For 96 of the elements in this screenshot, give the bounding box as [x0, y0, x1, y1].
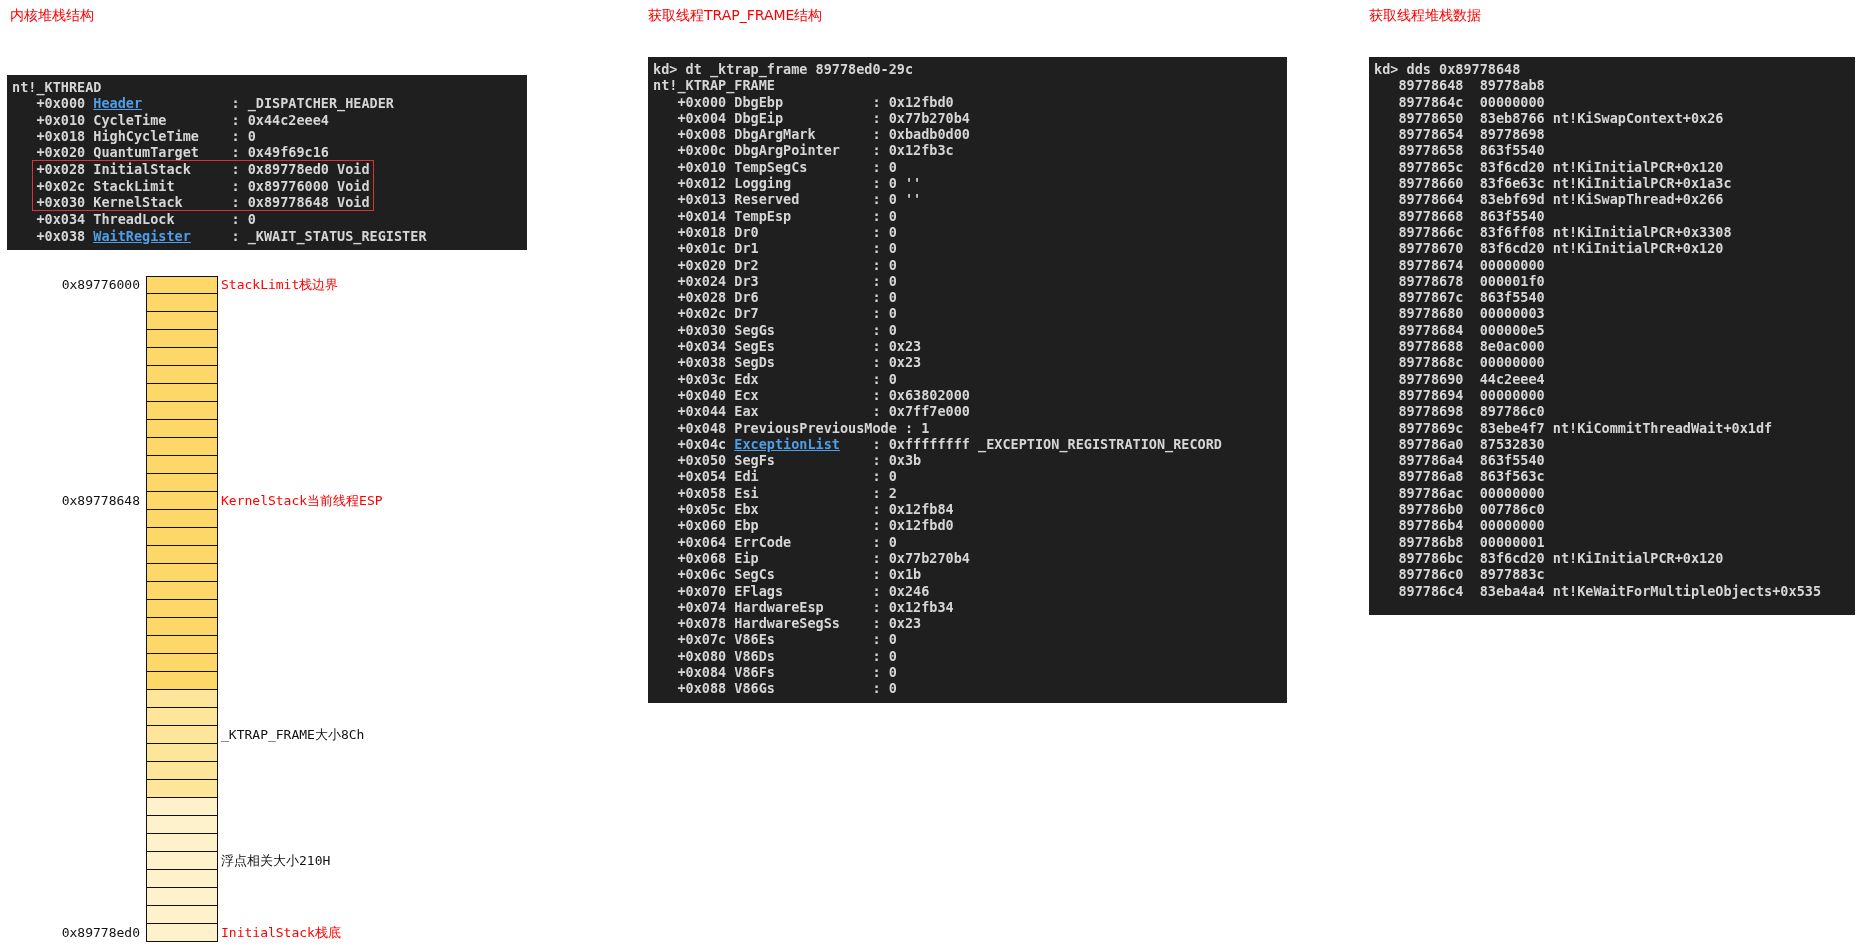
memory-line: 89778650 83eb8766 nt!KiSwapContext+0x26: [1397, 109, 1725, 127]
memory-line: 897786c4 83eba4a4 nt!KeWaitForMultipleObjects+0x535: [1397, 582, 1822, 599]
field-line: +0x058 Esi : 2: [676, 484, 898, 501]
memory-line: 8977865c 83f6cd20 nt!KiInitialPCR+0x120: [1397, 158, 1725, 176]
field-line: +0x034 ThreadLock : 0: [35, 211, 257, 228]
stack-note: _KTRAP_FRAME大小8Ch: [220, 725, 366, 744]
field-line: +0x050 SegFs : 0x3b: [676, 452, 923, 469]
field-line: +0x038 WaitRegister : _KWAIT_STATUS_REGISTER: [35, 227, 428, 244]
memory-line: 8977868c 00000000: [1397, 354, 1546, 371]
address-label: 0x89778648: [61, 493, 141, 509]
terminal-line: nt!_KTRAP_FRAME: [653, 77, 775, 94]
field-line: +0x000 Header : _DISPATCHER_HEADER: [36, 95, 395, 112]
terminal-line: kd> dt _ktrap_frame 89778ed0-29c: [653, 61, 915, 78]
memory-line: 897786a4 863f5540: [1397, 452, 1546, 469]
field-line: +0x070 EFlags : 0x246: [676, 582, 931, 599]
memory-line: 89778680 00000003: [1397, 305, 1546, 322]
field-line: +0x05c Ebx : 0x12fb84: [676, 501, 955, 518]
memory-line: 89778688 8e0ac000: [1397, 338, 1546, 355]
terminal-line: nt!_KTHREAD: [12, 79, 103, 96]
field-line: +0x068 Eip : 0x77b270b4: [676, 549, 971, 567]
field-line: +0x014 TempEsp : 0: [676, 207, 898, 224]
stack-note: StackLimit栈边界: [220, 275, 340, 294]
field-line: +0x02c Dr7 : 0: [676, 305, 898, 322]
field-line: +0x02c StackLimit : 0x89776000 Void: [36, 177, 370, 195]
memory-line: 897786bc 83f6cd20 nt!KiInitialPCR+0x120: [1397, 549, 1725, 567]
field-line: +0x018 Dr0 : 0: [676, 223, 898, 241]
field-line: +0x010 CycleTime : 0x44c2eee4: [35, 111, 329, 128]
field-line: +0x04c ExceptionList : 0xffffffff _EXCEPTION_REGISTRATION_RECORD: [676, 435, 1223, 453]
field-line: +0x028 InitialStack : 0x89778ed0 Void: [36, 161, 370, 178]
memory-line: 89778684 000000e5: [1397, 321, 1546, 339]
field-line: +0x024 Dr3 : 0: [676, 272, 898, 290]
memory-line: 897786b8 00000001: [1397, 533, 1546, 550]
field-line: +0x074 HardwareEsp : 0x12fb34: [676, 598, 955, 616]
field-line: +0x010 TempSegCs : 0: [676, 158, 898, 176]
field-line: +0x078 HardwareSegSs : 0x23: [676, 615, 923, 632]
section-title: 获取线程TRAP_FRAME结构: [648, 6, 823, 25]
field-line: +0x03c Edx : 0: [676, 370, 898, 387]
section-title: 获取线程堆栈数据: [1369, 6, 1481, 25]
field-line: +0x008 DbgArgMark : 0xbadb0d00: [676, 126, 971, 143]
memory-line: 89778694 00000000: [1397, 386, 1546, 404]
field-line: +0x020 Dr2 : 0: [676, 256, 898, 273]
section-title: 内核堆栈结构: [10, 6, 94, 25]
memory-line: 897786a0 87532830: [1397, 435, 1546, 453]
field-line: +0x034 SegEs : 0x23: [676, 338, 923, 355]
memory-line: 89778654 89778698: [1397, 126, 1546, 143]
field-line: +0x048 PreviousPreviousMode : 1: [676, 419, 931, 436]
memory-line: 89778664 83ebf69d nt!KiSwapThread+0x266: [1397, 191, 1725, 208]
field-line: +0x018 HighCycleTime : 0: [35, 127, 257, 145]
field-line: +0x084 V86Fs : 0: [676, 664, 898, 681]
memory-line: 8977867c 863f5540: [1397, 289, 1546, 306]
field-line: +0x030 SegGs : 0: [676, 321, 898, 339]
field-line: +0x012 Logging : 0 '': [676, 175, 923, 192]
field-line: +0x060 Ebp : 0x12fbd0: [676, 517, 955, 534]
field-line: +0x030 KernelStack : 0x89778648 Void: [36, 194, 370, 211]
memory-line: 89778678 000001f0: [1397, 272, 1546, 290]
memory-line: 89778668 863f5540: [1397, 207, 1546, 224]
stack-note: 浮点相关大小210H: [220, 851, 332, 870]
address-label: 0x89778ed0: [61, 925, 141, 941]
memory-line: 89778660 83f6e63c nt!KiInitialPCR+0x1a3c: [1397, 175, 1733, 192]
field-line: +0x028 Dr6 : 0: [676, 289, 898, 306]
address-label: 0x89776000: [61, 277, 141, 293]
memory-line: 8977866c 83f6ff08 nt!KiInitialPCR+0x3308: [1397, 223, 1733, 241]
field-line: +0x020 QuantumTarget : 0x49f69c16: [35, 144, 330, 161]
memory-line: 897786a8 863f563c: [1397, 468, 1546, 485]
stack-note: KernelStack当前线程ESP: [220, 491, 384, 510]
field-link[interactable]: Header: [93, 95, 224, 112]
field-link[interactable]: ExceptionList: [734, 435, 865, 453]
field-line: +0x07c V86Es : 0: [676, 631, 898, 648]
field-line: +0x064 ErrCode : 0: [676, 533, 898, 550]
memory-line: 89778690 44c2eee4: [1397, 370, 1546, 387]
memory-line: 89778670 83f6cd20 nt!KiInitialPCR+0x120: [1397, 240, 1725, 257]
field-line: +0x00c DbgArgPointer : 0x12fb3c: [676, 142, 955, 159]
memory-line: 89778648 89778ab8: [1397, 77, 1546, 94]
memory-line: 89778698 897786c0: [1397, 403, 1546, 420]
terminal-line: kd> dds 0x89778648: [1374, 61, 1522, 78]
field-line: +0x038 SegDs : 0x23: [676, 354, 923, 371]
field-line: +0x004 DbgEip : 0x77b270b4: [676, 109, 971, 127]
field-line: +0x044 Eax : 0x7ff7e000: [676, 403, 971, 420]
memory-line: 89778658 863f5540: [1397, 142, 1546, 159]
memory-line: 897786b4 00000000: [1397, 517, 1546, 534]
field-line: +0x013 Reserved : 0 '': [676, 191, 923, 208]
memory-line: 8977864c 00000000: [1397, 93, 1546, 110]
memory-line: 89778674 00000000: [1397, 256, 1546, 273]
field-line: +0x080 V86Ds : 0: [676, 647, 898, 664]
memory-line: 897786b0 007786c0: [1397, 501, 1546, 518]
field-line: +0x040 Ecx : 0x63802000: [676, 386, 971, 404]
memory-line: 8977869c 83ebe4f7 nt!KiCommitThreadWait+0x1df: [1397, 419, 1774, 436]
memory-line: 897786ac 00000000: [1397, 484, 1546, 501]
memory-line: 897786c0 8977883c: [1397, 566, 1546, 583]
field-line: +0x088 V86Gs : 0: [676, 680, 898, 697]
field-line: +0x01c Dr1 : 0: [676, 240, 898, 257]
field-line: +0x000 DbgEbp : 0x12fbd0: [677, 93, 955, 110]
field-link[interactable]: WaitRegister: [93, 227, 224, 244]
field-line: +0x054 Edi : 0: [676, 468, 898, 485]
field-line: +0x06c SegCs : 0x1b: [676, 566, 923, 583]
stack-note: InitialStack栈底: [220, 923, 342, 942]
